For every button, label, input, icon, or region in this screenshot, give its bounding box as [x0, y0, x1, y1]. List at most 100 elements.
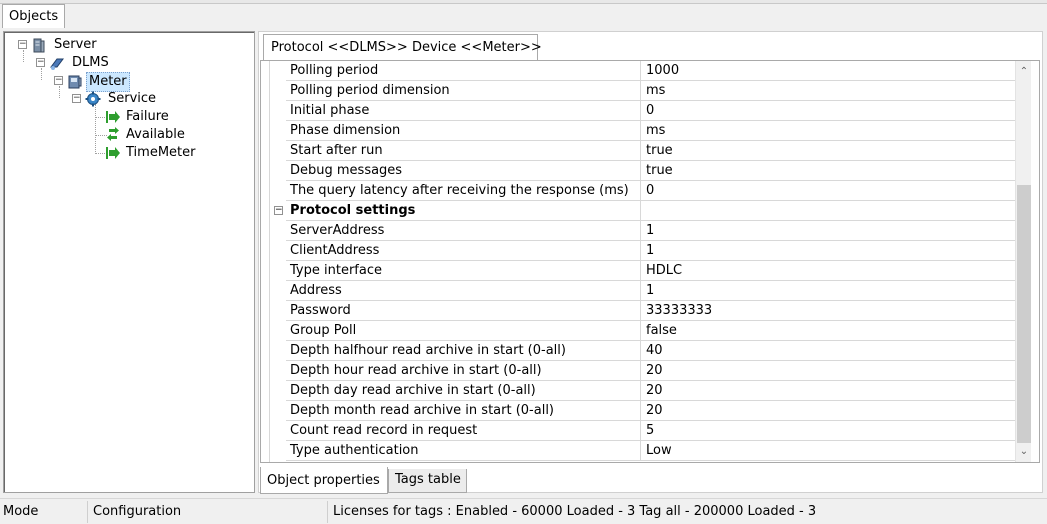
scroll-thumb[interactable] [1017, 185, 1031, 443]
property-value[interactable]: HDLC [641, 261, 1015, 281]
tree-node-meter[interactable]: − Meter [4, 72, 204, 92]
property-name: Depth hour read archive in start (0-all) [286, 361, 641, 381]
property-row[interactable]: Phase dimension ms [270, 121, 1015, 141]
title-strip [0, 0, 1047, 4]
property-value[interactable]: 0 [641, 101, 1015, 121]
row-gutter [270, 321, 286, 341]
protocol-icon [50, 58, 64, 70]
row-gutter [270, 81, 286, 101]
property-row[interactable]: Polling period 1000 [270, 61, 1015, 81]
property-value[interactable]: 1 [641, 221, 1015, 241]
property-value[interactable]: ms [641, 81, 1015, 101]
property-row[interactable]: Polling period dimension ms [270, 81, 1015, 101]
swap-arrows-icon [107, 127, 119, 141]
property-name: Type interface [286, 261, 641, 281]
tab-objects-label: Objects [9, 9, 59, 24]
property-row[interactable]: Count read record in request 5 [270, 421, 1015, 441]
collapse-toggle[interactable]: − [36, 58, 45, 67]
property-name: Type authentication [286, 441, 641, 461]
property-value[interactable]: Low [641, 441, 1015, 461]
row-gutter [270, 101, 286, 121]
service-icon [85, 91, 101, 107]
tab-protocol-device-label: Protocol <<DLMS>> Device <<Meter>> [271, 40, 542, 55]
tree-node-failure[interactable]: Failure [4, 108, 204, 126]
status-configuration: Configuration [90, 501, 328, 523]
category-collapse-toggle[interactable]: − [274, 206, 283, 215]
collapse-toggle[interactable]: − [72, 94, 81, 103]
row-gutter [270, 281, 286, 301]
green-arrow-icon [106, 111, 120, 123]
property-row[interactable]: Group Poll false [270, 321, 1015, 341]
property-name: Depth halfhour read archive in start (0-… [286, 341, 641, 361]
tab-protocol-device[interactable]: Protocol <<DLMS>> Device <<Meter>> [263, 34, 542, 60]
row-gutter [270, 241, 286, 261]
property-value[interactable]: ms [641, 121, 1015, 141]
property-name: Debug messages [286, 161, 641, 181]
property-value[interactable]: 5 [641, 421, 1015, 441]
property-row[interactable]: Type authentication Low [270, 441, 1015, 461]
property-row[interactable]: ClientAddress 1 [270, 241, 1015, 261]
property-row[interactable]: Depth month read archive in start (0-all… [270, 401, 1015, 421]
status-licenses-label: Licenses for tags : Enabled - 60000 Load… [333, 504, 817, 519]
property-name: ClientAddress [286, 241, 641, 261]
scroll-down-arrow-icon[interactable]: ⌄ [1016, 443, 1032, 460]
property-value[interactable]: 0 [641, 181, 1015, 201]
property-row[interactable]: Password 33333333 [270, 301, 1015, 321]
property-value[interactable]: 40 [641, 341, 1015, 361]
row-gutter [270, 401, 286, 421]
vertical-scrollbar[interactable]: ⌃ ⌄ [1015, 61, 1031, 462]
property-grid[interactable]: Polling period 1000 Polling period dimensi… [269, 61, 1015, 462]
property-row[interactable]: Type interface HDLC [270, 261, 1015, 281]
property-value[interactable]: true [641, 161, 1015, 181]
row-gutter: − [270, 201, 286, 221]
property-value[interactable]: 1000 [641, 61, 1015, 81]
property-category-row[interactable]: − Protocol settings [270, 201, 1015, 221]
object-tree[interactable]: − Server − DLMS − Meter − Service Failur… [3, 31, 255, 493]
property-value[interactable]: 20 [641, 401, 1015, 421]
tree-node-available[interactable]: Available [4, 126, 204, 144]
property-name: Depth month read archive in start (0-all… [286, 401, 641, 421]
property-name: Protocol settings [286, 201, 641, 221]
property-name: Polling period dimension [286, 81, 641, 101]
property-row[interactable]: The query latency after receiving the re… [270, 181, 1015, 201]
tree-node-dlms[interactable]: − DLMS [4, 54, 204, 72]
tree-node-timemeter[interactable]: TimeMeter [4, 144, 204, 162]
property-value[interactable]: 1 [641, 241, 1015, 261]
property-row[interactable]: Initial phase 0 [270, 101, 1015, 121]
property-row[interactable]: Address 1 [270, 281, 1015, 301]
property-row[interactable]: Depth hour read archive in start (0-all)… [270, 361, 1015, 381]
status-bar: Mode Configuration Licenses for tags : E… [0, 498, 1047, 524]
collapse-toggle[interactable]: − [54, 76, 63, 85]
property-row[interactable]: Debug messages true [270, 161, 1015, 181]
property-value[interactable]: 20 [641, 381, 1015, 401]
tab-tags-table[interactable]: Tags table [388, 469, 467, 493]
row-gutter [270, 301, 286, 321]
row-gutter [270, 341, 286, 361]
property-value[interactable]: 1 [641, 281, 1015, 301]
tree-label-meter: Meter [86, 72, 130, 92]
tree-label-failure: Failure [126, 109, 169, 124]
tree-node-server[interactable]: − Server [4, 36, 204, 54]
property-value[interactable]: false [641, 321, 1015, 341]
property-value[interactable]: 33333333 [641, 301, 1015, 321]
property-row[interactable]: Depth halfhour read archive in start (0-… [270, 341, 1015, 361]
scroll-up-arrow-icon[interactable]: ⌃ [1016, 63, 1032, 80]
tab-object-properties[interactable]: Object properties [260, 467, 388, 494]
property-row[interactable]: Depth day read archive in start (0-all) 2… [270, 381, 1015, 401]
tree-node-service[interactable]: − Service [4, 90, 204, 108]
tree-label-dlms: DLMS [72, 55, 109, 70]
property-row[interactable]: Start after run true [270, 141, 1015, 161]
status-mode-label: Mode [3, 504, 39, 519]
row-gutter [270, 221, 286, 241]
property-row[interactable]: ServerAddress 1 [270, 221, 1015, 241]
status-configuration-label: Configuration [93, 504, 182, 519]
row-gutter [270, 361, 286, 381]
collapse-toggle[interactable]: − [18, 40, 27, 49]
property-name: Depth day read archive in start (0-all) [286, 381, 641, 401]
property-value[interactable]: true [641, 141, 1015, 161]
tree-label-server: Server [54, 37, 97, 52]
row-gutter [270, 181, 286, 201]
property-value[interactable]: 20 [641, 361, 1015, 381]
tab-objects[interactable]: Objects [2, 4, 65, 28]
property-name: Password [286, 301, 641, 321]
